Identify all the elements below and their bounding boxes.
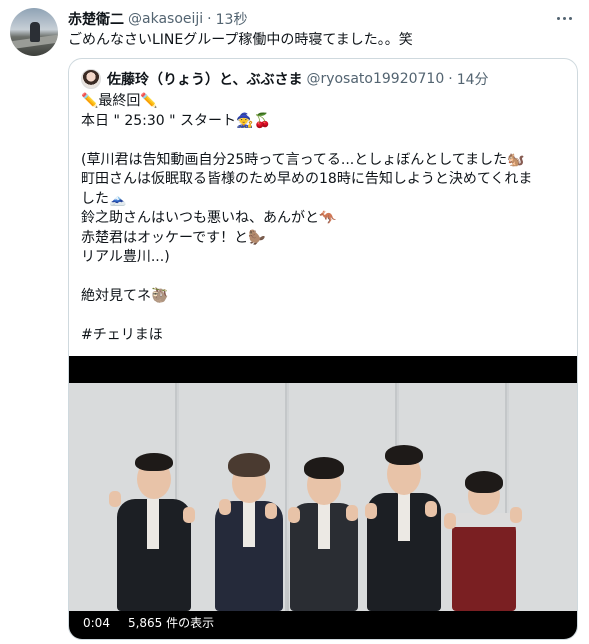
tweet-time[interactable]: 13秒 <box>216 9 248 29</box>
quoted-text-line: (草川君は告知動画自分25時って言ってる...としょぼんとしてました🐿️ <box>81 151 525 168</box>
quoted-text-line: 絶対見てネ🦥 <box>81 288 169 304</box>
quoted-text-line: 本日 " 25:30 " スタート🧙🍒 <box>81 112 271 129</box>
quoted-text-line: リアル豊川...) <box>81 249 170 265</box>
quoted-tweet-time: 14分 <box>456 72 489 88</box>
avatar-person <box>30 22 40 42</box>
quoted-text-line: 町田さんは仮眠取る皆様のため早めの18時に告知しようと決めてくれま <box>81 171 533 187</box>
video-frame <box>69 383 577 611</box>
author-name[interactable]: 赤楚衛二 <box>68 9 124 29</box>
quoted-text-line: 鈴之助さんはいつも悪いね、あんがと🦘 <box>81 210 337 226</box>
video-person <box>284 441 364 611</box>
tweet-text: ごめんなさいLINEグループ稼働中の時寝てました。。笑 <box>68 32 413 48</box>
video-person <box>444 461 524 611</box>
quoted-author-name: 佐藤玲（りょう）と、ぶぶさま <box>107 72 303 88</box>
author-handle[interactable]: @akasoeiji <box>128 11 203 27</box>
video-person <box>109 441 199 611</box>
video-timestamp: 0:04 <box>77 613 116 633</box>
quoted-tweet-header: 佐藤玲（りょう）と、ぶぶさま @ryosato19920710 · 14分 <box>81 68 489 90</box>
video-person <box>359 431 449 611</box>
quoted-tweet-text: ✏️最終回✏️ 本日 " 25:30 " スタート🧙🍒 (草川君は告知動画自分2… <box>81 92 569 346</box>
video-player[interactable]: 0:04 5,865 件の表示 <box>69 356 577 639</box>
video-view-count: 5,865 件の表示 <box>121 613 221 633</box>
quoted-text-line <box>81 131 569 151</box>
quoted-author-avatar[interactable] <box>81 69 101 89</box>
video-overlay: 0:04 5,865 件の表示 <box>77 613 221 633</box>
tweet-header: 赤楚衛二 @akasoeiji · 13秒 <box>68 9 247 29</box>
quoted-text-line: した🗻 <box>81 190 127 207</box>
header-separator: · <box>207 11 212 27</box>
quoted-text-line <box>81 307 569 327</box>
more-options-icon[interactable] <box>553 10 575 26</box>
author-avatar[interactable] <box>10 8 58 56</box>
video-person <box>209 441 289 611</box>
quoted-tweet[interactable]: 佐藤玲（りょう）と、ぶぶさま @ryosato19920710 · 14分 ✏️… <box>68 58 578 640</box>
quoted-header-separator: · <box>448 71 453 87</box>
quoted-author-handle: @ryosato19920710 <box>306 71 445 87</box>
quoted-text-line: ✏️最終回✏️ <box>81 93 158 109</box>
hashtag-link[interactable]: #チェリまほ <box>81 326 569 346</box>
quoted-text-line <box>81 268 569 288</box>
quoted-text-line: 赤楚君はオッケーです！と🦫 <box>81 229 266 246</box>
